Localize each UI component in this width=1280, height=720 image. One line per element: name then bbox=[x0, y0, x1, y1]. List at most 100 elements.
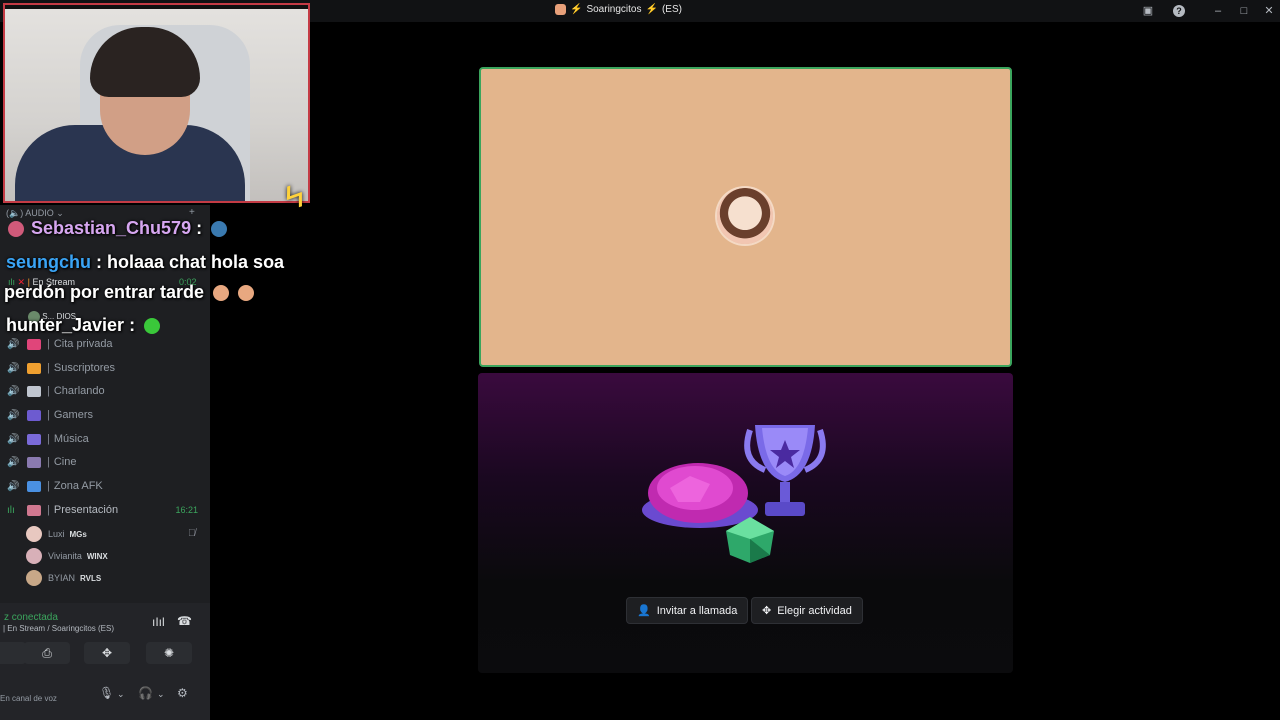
disconnect-icon[interactable]: ☎ bbox=[177, 614, 192, 628]
choose-activity-button[interactable]: ✥ Elegir actividad bbox=[751, 597, 863, 624]
maximize-button[interactable]: □ bbox=[1238, 5, 1250, 17]
channel-emoji-icon bbox=[27, 385, 41, 397]
channel-emoji-icon bbox=[27, 338, 41, 350]
voice-channel-label: En canal de voz bbox=[0, 694, 57, 703]
mic-muted-icon: 🎙̸ bbox=[188, 528, 196, 539]
avatar bbox=[26, 548, 42, 564]
channel-name: Zona AFK bbox=[53, 480, 103, 492]
separator: | bbox=[47, 385, 50, 397]
separator: | bbox=[47, 362, 50, 374]
activities-button[interactable]: ✥ bbox=[84, 642, 130, 664]
voice-channel[interactable]: 🔊 | Música bbox=[0, 429, 210, 449]
channel-name: Gamers bbox=[53, 409, 93, 421]
separator: | bbox=[47, 480, 50, 492]
channel-name: Música bbox=[53, 433, 89, 445]
settings-gear-icon[interactable]: ⚙ bbox=[177, 686, 188, 700]
avatar bbox=[26, 526, 42, 542]
channel-emoji-icon bbox=[27, 456, 41, 468]
server-icon bbox=[555, 4, 566, 15]
user-tag: RVLS bbox=[80, 573, 102, 583]
speaker-icon: 🔊 bbox=[7, 433, 20, 445]
voice-channel[interactable]: 🔊 | Charlando bbox=[0, 381, 210, 401]
separator: | bbox=[47, 433, 50, 445]
chat-separator: : bbox=[91, 252, 103, 272]
separator: | bbox=[47, 409, 50, 421]
add-channel-icon[interactable]: + bbox=[189, 207, 195, 218]
separator: | bbox=[47, 456, 50, 468]
chat-line: seungchu : holaaa chat hola soa bbox=[6, 252, 284, 273]
chat-separator: : bbox=[124, 315, 136, 335]
emote-icon bbox=[238, 285, 255, 302]
channel-emoji-icon bbox=[27, 480, 41, 492]
microphone-icon[interactable]: 🎙 bbox=[99, 686, 114, 700]
speaker-icon: 🔊 bbox=[7, 362, 20, 374]
voice-channel[interactable]: ılı | Presentación 16:21 bbox=[0, 500, 210, 520]
voice-user[interactable]: BYIAN RVLS bbox=[26, 568, 101, 588]
user-tag: WINX bbox=[86, 551, 108, 561]
speaker-icon: 🔊 bbox=[7, 338, 20, 350]
voice-channel[interactable]: 🔊 | Gamers bbox=[0, 405, 210, 425]
channel-name: Presentación bbox=[53, 504, 119, 516]
voice-channel[interactable]: 🔊 | Cine bbox=[0, 452, 210, 472]
help-icon[interactable]: ? bbox=[1173, 5, 1185, 17]
voice-status[interactable]: z conectada bbox=[4, 612, 58, 623]
voice-channel[interactable]: 🔊 | Zona AFK bbox=[0, 476, 210, 496]
chat-line: Sebastian_Chu579 : bbox=[8, 218, 228, 239]
headphones-icon[interactable]: 🎧 bbox=[138, 686, 153, 700]
share-screen-button[interactable]: ⎙ bbox=[24, 642, 70, 664]
noise-icon[interactable]: ıIıl bbox=[152, 615, 165, 629]
chat-message: holaaa chat hola soa bbox=[102, 252, 285, 272]
voice-channel[interactable]: 🔊 | Suscriptores bbox=[0, 358, 210, 378]
user-avatar bbox=[717, 188, 773, 244]
channel-emoji-icon bbox=[27, 409, 41, 421]
activity-icon: ✥ bbox=[762, 605, 772, 617]
chevron-down-icon[interactable]: ⌄ bbox=[157, 689, 165, 700]
minimize-button[interactable]: – bbox=[1212, 5, 1224, 17]
speaker-icon: 🔊 bbox=[7, 385, 20, 397]
chat-separator: : bbox=[191, 218, 203, 238]
close-button[interactable]: ✕ bbox=[1263, 5, 1275, 17]
voice-user[interactable]: Vivianita WINX bbox=[26, 546, 108, 566]
activities-icon: ✥ bbox=[101, 646, 113, 660]
bolt-icon: ⚡ bbox=[570, 4, 583, 15]
user-tag: MGs bbox=[69, 529, 87, 539]
channel-name: Charlando bbox=[53, 385, 105, 397]
voice-user[interactable]: Luxi MGs bbox=[26, 524, 87, 544]
invite-to-call-button[interactable]: 👤 Invitar a llamada bbox=[626, 597, 749, 624]
avatar bbox=[26, 570, 42, 586]
voice-channel[interactable]: 🔊 | Cita privada bbox=[0, 334, 210, 354]
emote-icon bbox=[213, 285, 230, 302]
chat-username: hunter_Javier bbox=[6, 315, 125, 335]
chat-username: Sebastian_Chu579 bbox=[31, 218, 192, 238]
live-audio-icon: ılı bbox=[7, 504, 15, 516]
chevron-down-icon[interactable]: ⌄ bbox=[117, 689, 125, 700]
screen-share-icon[interactable]: ▣ bbox=[1142, 5, 1154, 17]
chat-line: hunter_Javier : bbox=[6, 315, 161, 336]
user-name: Vivianita bbox=[48, 551, 82, 561]
speaker-icon: 🔊 bbox=[7, 456, 20, 468]
user-name: Luxi bbox=[48, 529, 65, 539]
streamer-webcam bbox=[3, 3, 310, 203]
share-screen-icon: ⎙ bbox=[42, 645, 52, 660]
speaker-icon: 🔊 bbox=[7, 409, 20, 421]
user-badge-icon bbox=[8, 221, 24, 238]
add-user-icon: 👤 bbox=[637, 605, 651, 617]
voice-sub: | En Stream / Soaringcitos (ES) bbox=[3, 624, 115, 633]
activity-label: Elegir actividad bbox=[777, 604, 852, 617]
camera-button[interactable] bbox=[0, 642, 26, 664]
soundboard-icon: ✺ bbox=[163, 646, 175, 660]
webcam-top-strip bbox=[5, 5, 308, 9]
channel-emoji-icon bbox=[27, 433, 41, 445]
speaker-icon: 🔊 bbox=[7, 480, 20, 492]
user-name: BYIAN bbox=[48, 573, 76, 583]
invite-label: Invitar a llamada bbox=[656, 604, 738, 617]
emote-icon bbox=[211, 221, 228, 238]
separator: | bbox=[47, 338, 50, 350]
chat-message: perdón por entrar tarde bbox=[4, 282, 205, 302]
window-title: ⚡ Soaringcitos ⚡ (ES) bbox=[555, 4, 682, 15]
emote-icon bbox=[144, 318, 161, 335]
speaker-icon: 🔈 bbox=[9, 208, 21, 218]
window-title-suffix: (ES) bbox=[661, 4, 682, 15]
soundboard-button[interactable]: ✺ bbox=[146, 642, 192, 664]
bolt-icon: ⚡ bbox=[645, 4, 658, 15]
